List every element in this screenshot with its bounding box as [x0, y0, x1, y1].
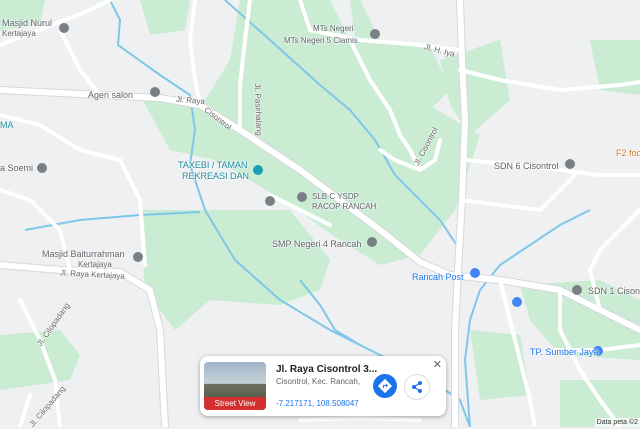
- map-label-slb-2: RACOP RANCAH: [312, 202, 377, 211]
- map-label-smp[interactable]: SMP Negeri 4 Rancah: [272, 239, 361, 249]
- map-label-f2[interactable]: F2 foo: [616, 148, 640, 158]
- map-attribution[interactable]: Data peta ©2: [594, 418, 640, 427]
- location-subtitle: Cisontrol, Kec. Rancah,: [276, 377, 361, 386]
- location-title: Jl. Raya Cisontrol 3...: [276, 364, 378, 375]
- map-label-masjid-nurul[interactable]: Masjid Nurul: [2, 18, 52, 28]
- directions-icon: [377, 378, 393, 394]
- location-coordinates[interactable]: -7.217171, 108.508047: [276, 399, 359, 408]
- map-label-taman-1[interactable]: TAXEBI / TAMAN: [178, 160, 248, 170]
- map-label-kertajaya-mid: Kertajaya: [78, 260, 112, 269]
- map-label-mts-1: MTs Negeri: [313, 24, 354, 33]
- map-label-sdn1[interactable]: SDN 1 Cisont: [588, 286, 640, 296]
- map-label-slb-1[interactable]: SLB C YSDP: [312, 192, 359, 201]
- location-info-card[interactable]: Street View Jl. Raya Cisontrol 3... Ciso…: [200, 356, 446, 416]
- map-label-rancah-post[interactable]: Rancah Post: [412, 272, 464, 282]
- map-label-mts-2[interactable]: MTs Negeri 5 Ciamis: [284, 36, 358, 45]
- street-view-label[interactable]: Street View: [204, 397, 266, 410]
- map-label-agen-salon[interactable]: Agen salon: [88, 90, 133, 100]
- map-label-jl-pasirhalang: Jl. Pasirhalang: [252, 83, 264, 136]
- map-label-tp-sumber[interactable]: TP. Sumber Jaya: [530, 347, 598, 357]
- map-label-ma[interactable]: MA: [0, 120, 14, 130]
- map-label-masjid-baiturrahman[interactable]: Masjid Baiturrahman: [42, 249, 125, 259]
- share-icon: [412, 381, 422, 393]
- close-icon[interactable]: ✕: [433, 358, 442, 371]
- directions-button[interactable]: [373, 374, 397, 398]
- map-label-sdn6[interactable]: SDN 6 Cisontrol: [494, 161, 559, 171]
- share-button[interactable]: [404, 374, 430, 400]
- map-label-soemi[interactable]: a Soemi: [0, 163, 33, 173]
- street-view-thumbnail[interactable]: Street View: [204, 362, 266, 410]
- map-label-taman-2: REKREASI DAN: [182, 171, 250, 181]
- map-label-kertajaya: Kertajaya: [2, 29, 36, 38]
